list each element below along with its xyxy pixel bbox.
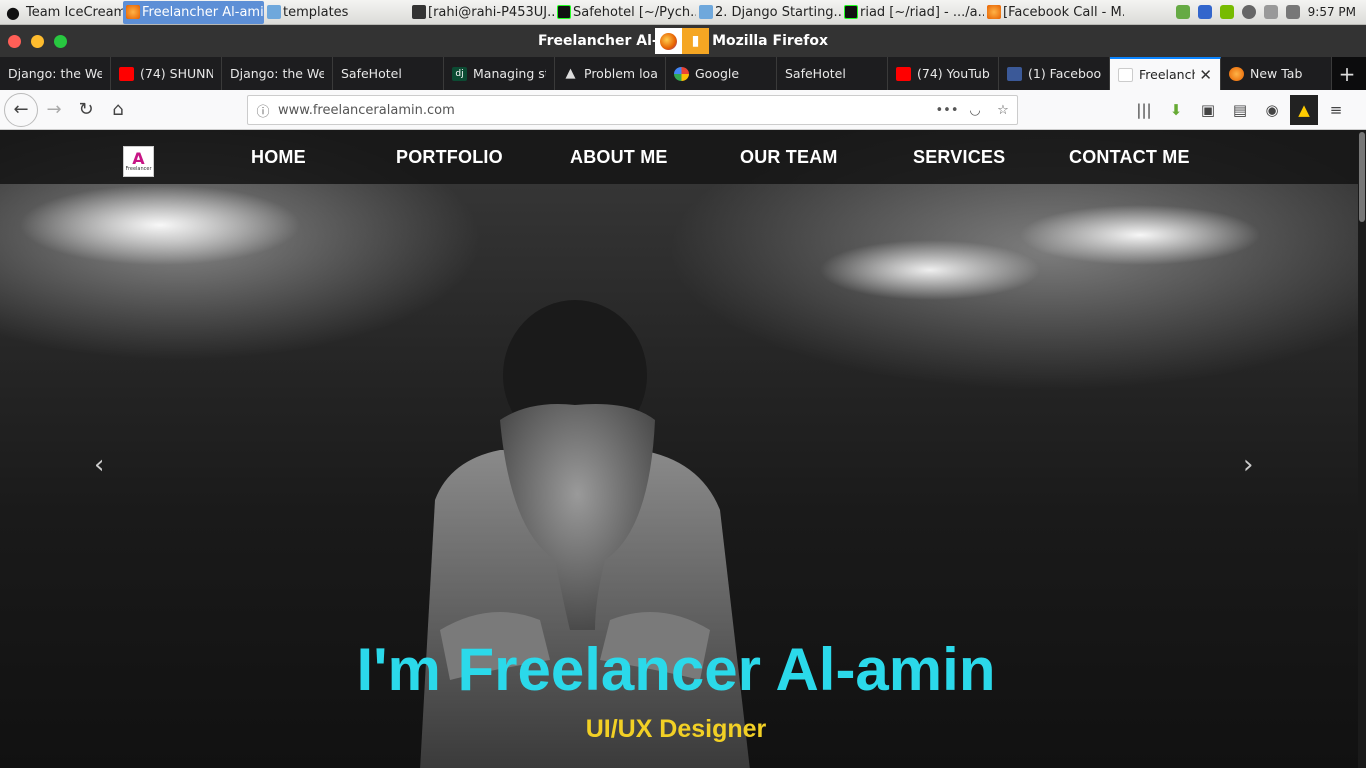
nav-services-link[interactable]: SERVICES [913,147,1005,168]
taskbar-item-pycharm-safehotel[interactable]: Safehotel [~/Pych... [554,1,696,24]
firefox-icon [987,5,1001,19]
microphone-icon: ▮ [682,28,709,54]
page-scrollbar[interactable] [1358,130,1366,768]
terminal-icon [412,5,426,19]
close-tab-icon[interactable]: ✕ [1199,66,1212,84]
tab-facebook[interactable]: (1) Facebook [999,57,1110,90]
hero-title: I'm Freelancer Al-amin [356,636,996,703]
tab-google[interactable]: Google [666,57,777,90]
pocket-icon[interactable]: ◡ [961,103,989,118]
privacy-icon[interactable]: ◉ [1258,95,1286,125]
site-logo[interactable]: A Freelancer [123,146,154,177]
tab-django-web-1[interactable]: Django: the Web [0,57,111,90]
bluetooth-icon[interactable] [1197,5,1212,19]
library-icon[interactable]: ||| [1130,95,1158,125]
firefox-icon [126,5,140,19]
tab-youtube[interactable]: (74) YouTube [888,57,999,90]
tab-new-tab[interactable]: New Tab [1221,57,1332,90]
battery-icon[interactable] [1263,5,1278,19]
window-titlebar: Freelancher Al-amin - Mozilla Firefox ▮ [0,25,1366,57]
page-actions-icon[interactable]: ••• [933,103,961,118]
scrollbar-thumb[interactable] [1359,132,1365,222]
nav-contact-link[interactable]: CONTACT ME [1069,147,1190,168]
nav-team-link[interactable]: OUR TEAM [740,147,838,168]
nvidia-icon[interactable] [1219,5,1234,19]
home-button[interactable]: ⌂ [102,94,134,126]
sharing-indicator[interactable]: ▮ [655,28,709,54]
clock[interactable]: 9:57 PM [1308,5,1356,19]
forward-button[interactable]: → [38,94,70,126]
taskbar-item-facebook-call[interactable]: [Facebook Call - M... [984,1,1124,24]
info-icon[interactable]: ⓘ [248,101,278,120]
taskbar-item-firefox-freelancher[interactable]: Freelancher Al-ami... [123,0,264,24]
tab-strip: Django: the Web (74) SHUNNO Django: the … [0,57,1366,90]
taskbar-item-terminal[interactable]: [rahi@rahi-P453UJ... [409,1,554,24]
navigation-toolbar: ← → ↻ ⌂ ⓘ www.freelanceralamin.com ••• ◡… [0,90,1366,130]
taskbar-item-pycharm-riad[interactable]: riad [~/riad] - .../a... [841,1,984,24]
taskbar-item-teamicecream[interactable]: ● Team IceCream [0,1,123,24]
carousel-prev-arrow[interactable]: ‹ [94,450,104,480]
hero-subtitle: UI/UX Designer [585,715,767,743]
reload-button[interactable]: ↻ [70,94,102,126]
toolbar-extensions: ||| ⬇ ▣ ▤ ◉ ▲ ≡ [1130,95,1350,125]
volume-icon[interactable] [1285,5,1300,19]
youtube-icon [896,66,911,81]
pycharm-icon [844,5,858,19]
carousel-next-arrow[interactable]: › [1243,450,1253,480]
nav-portfolio-link[interactable]: PORTFOLIO [396,147,503,168]
extension-avatar-icon[interactable]: ▲ [1290,95,1318,125]
web-page: A Freelancer HOME PORTFOLIO ABOUT ME OUR… [0,130,1366,768]
folder-icon [699,5,713,19]
sidebar-icon[interactable]: ▤ [1226,95,1254,125]
tab-managing-static[interactable]: dj Managing st [444,57,555,90]
url-bar[interactable]: ⓘ www.freelanceralamin.com ••• ◡ ☆ [247,95,1018,125]
menu-icon[interactable]: ≡ [1322,95,1350,125]
site-logo-icon [1118,67,1133,82]
firefox-icon [655,28,682,54]
django-icon: dj [452,66,467,81]
tab-youtube-shunno[interactable]: (74) SHUNNO [111,57,222,90]
bookmark-star-icon[interactable]: ☆ [989,103,1017,118]
url-text[interactable]: www.freelanceralamin.com [278,103,933,118]
youtube-icon [119,66,134,81]
tab-safehotel-2[interactable]: SafeHotel [777,57,888,90]
tab-problem-loading[interactable]: ▲ Problem loa [555,57,666,90]
tab-freelancher[interactable]: Freelancher✕ [1110,57,1221,90]
tab-django-web-2[interactable]: Django: the Web [222,57,333,90]
new-tab-button[interactable]: + [1332,57,1362,90]
os-taskbar: ● Team IceCream Freelancher Al-ami... te… [0,0,1366,25]
firefox-icon [1229,66,1244,81]
apple-icon: ● [6,2,20,22]
download-helper-icon[interactable]: ⬇ [1162,95,1190,125]
nav-about-link[interactable]: ABOUT ME [570,147,668,168]
taskbar-item-django-folder[interactable]: 2. Django Starting... [696,1,841,24]
taskbar-item-templates[interactable]: templates [264,1,409,24]
back-button[interactable]: ← [4,92,38,127]
facebook-icon [1007,66,1022,81]
google-icon [674,66,689,81]
extension-icon[interactable]: ▣ [1194,95,1222,125]
nav-home-link[interactable]: HOME [251,147,306,168]
tab-safehotel-1[interactable]: SafeHotel [333,57,444,90]
folder-icon [267,5,281,19]
system-tray: 9:57 PM [1175,5,1366,19]
user-icon[interactable] [1241,5,1256,19]
pycharm-icon [557,5,571,19]
shield-icon[interactable] [1175,5,1190,19]
warning-icon: ▲ [565,65,576,81]
site-navbar: A Freelancer HOME PORTFOLIO ABOUT ME OUR… [0,130,1366,184]
